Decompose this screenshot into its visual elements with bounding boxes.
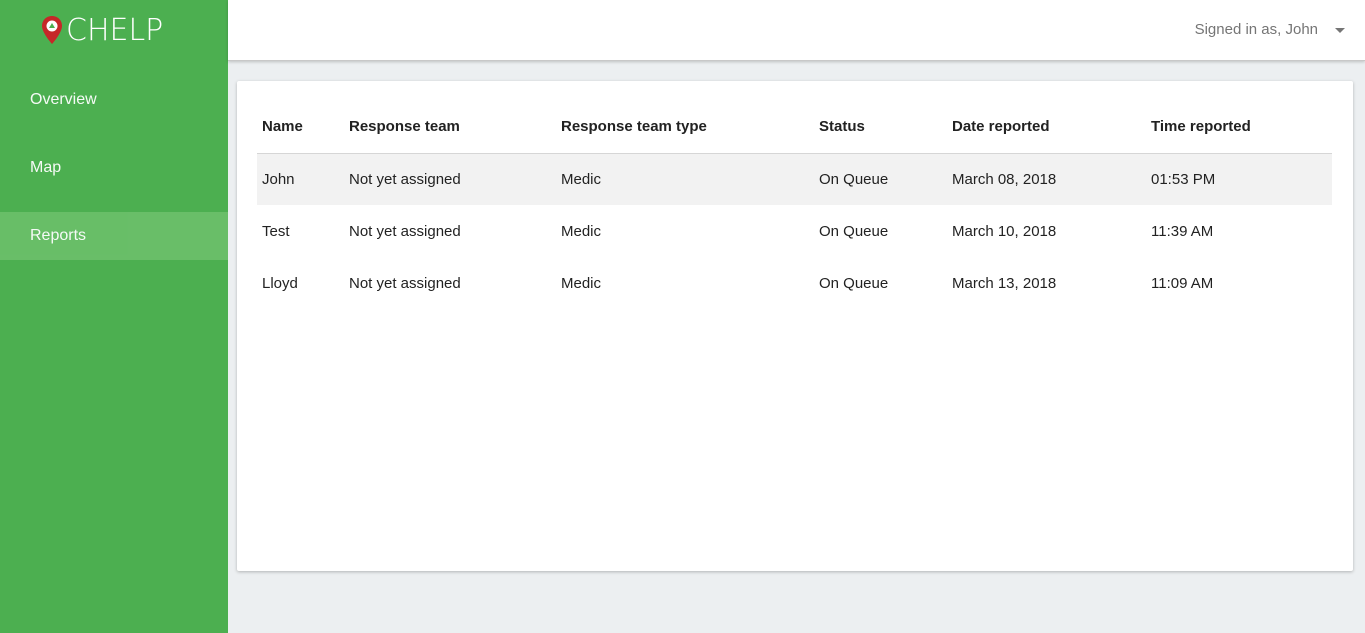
cell-name: John	[257, 153, 344, 205]
app-title: CHELP	[66, 12, 164, 48]
column-header-name[interactable]: Name	[257, 101, 344, 154]
table-row[interactable]: John Not yet assigned Medic On Queue Mar…	[257, 153, 1332, 205]
cell-name: Lloyd	[262, 274, 298, 292]
cell-status: On Queue	[819, 274, 889, 292]
cell-response-team-type: Medic	[561, 222, 602, 240]
chevron-down-icon	[1335, 27, 1345, 33]
cell-time-reported: 01:53 PM	[1146, 153, 1332, 205]
sidebar-item-reports[interactable]: Reports	[0, 212, 228, 260]
table-header-row: Name Response team Response team type St…	[257, 101, 1332, 154]
cell-date-reported: March 13, 2018	[952, 274, 1057, 292]
cell-date-reported: March 10, 2018	[952, 222, 1057, 240]
cell-status: On Queue	[819, 222, 889, 240]
cell-name: Test	[262, 222, 290, 240]
sidebar-item-overview[interactable]: Overview	[0, 76, 228, 124]
reports-card: Name Response team Response team type St…	[237, 81, 1353, 571]
sidebar-nav: Overview Map Reports	[0, 76, 228, 280]
table-row[interactable]: Lloyd Not yet assigned Medic On Queue Ma…	[257, 257, 1332, 309]
cell-date-reported: March 08, 2018	[947, 153, 1146, 205]
cell-time-reported: 11:39 AM	[1151, 222, 1214, 240]
column-header-status[interactable]: Status	[814, 101, 947, 154]
sidebar-item-map[interactable]: Map	[0, 144, 228, 192]
top-bar: Signed in as, John	[228, 0, 1365, 61]
column-header-response-team[interactable]: Response team	[344, 101, 556, 154]
column-header-time-reported[interactable]: Time reported	[1146, 101, 1332, 154]
cell-time-reported: 11:09 AM	[1151, 274, 1214, 292]
table-row[interactable]: Test Not yet assigned Medic On Queue Mar…	[257, 205, 1332, 257]
column-header-date-reported[interactable]: Date reported	[947, 101, 1146, 154]
cell-response-team: Not yet assigned	[344, 153, 556, 205]
reports-table: Name Response team Response team type St…	[257, 101, 1332, 309]
cell-response-team-type: Medic	[556, 153, 814, 205]
app-logo[interactable]: CHELP	[40, 10, 163, 50]
cell-response-team: Not yet assigned	[349, 274, 461, 292]
cell-status: On Queue	[814, 153, 947, 205]
user-label: Signed in as, John	[1194, 20, 1318, 38]
location-pin-icon	[42, 16, 62, 44]
sidebar: CHELP Overview Map Reports	[0, 0, 228, 633]
cell-response-team-type: Medic	[561, 274, 602, 292]
cell-response-team: Not yet assigned	[349, 222, 461, 240]
user-menu[interactable]: Signed in as, John	[1195, 0, 1345, 58]
column-header-response-team-type[interactable]: Response team type	[556, 101, 814, 154]
